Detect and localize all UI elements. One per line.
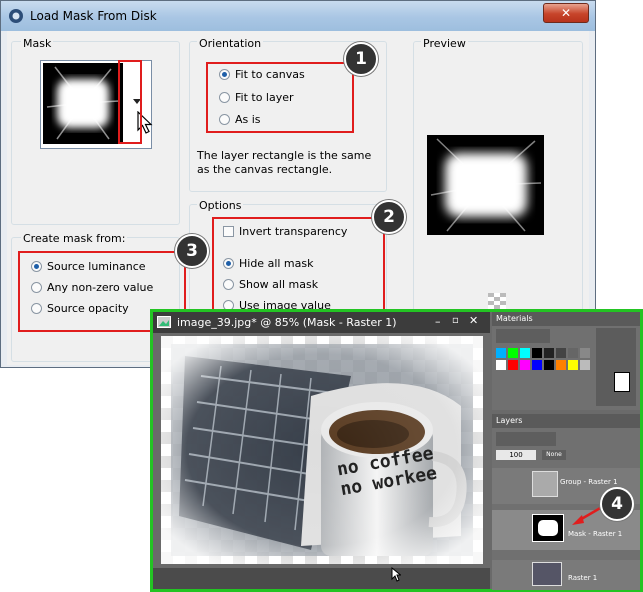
close-document-icon[interactable]: ✕ xyxy=(469,314,478,327)
mask-thumbnail xyxy=(43,63,123,144)
dialog-title: Load Mask From Disk xyxy=(30,9,157,23)
pointer-arrow-icon xyxy=(572,505,603,525)
layers-toolbar[interactable] xyxy=(496,432,556,446)
transparency-icon xyxy=(488,293,506,309)
layer-name-mask: Mask - Raster 1 xyxy=(568,530,623,538)
layer-name-raster: Raster 1 xyxy=(568,574,598,582)
highlight-mask-dropdown xyxy=(118,60,142,144)
orientation-description: The layer rectangle is the same as the c… xyxy=(197,149,372,176)
preview-group-label: Preview xyxy=(421,37,468,50)
step-badge-4: 4 xyxy=(600,487,634,521)
layer-name-group: Group - Raster 1 xyxy=(560,478,618,486)
step-badge-2: 2 xyxy=(372,200,406,234)
highlight-orientation xyxy=(206,62,354,133)
step-badge-3: 3 xyxy=(175,234,209,268)
document-title: image_39.jpg* @ 85% (Mask - Raster 1) xyxy=(177,316,397,329)
editor-screenshot: image_39.jpg* @ 85% (Mask - Raster 1) – … xyxy=(150,309,643,592)
highlight-options xyxy=(212,217,385,312)
dialog-titlebar: Load Mask From Disk ✕ xyxy=(1,1,595,31)
material-properties[interactable] xyxy=(596,328,636,406)
layers-panel-title: Layers xyxy=(492,414,640,428)
orientation-group-label: Orientation xyxy=(197,37,264,50)
image-document-icon xyxy=(157,316,171,328)
maximize-icon[interactable]: ▫ xyxy=(452,315,459,326)
materials-panel: Materials xyxy=(492,312,640,410)
options-group-label: Options xyxy=(197,199,244,212)
materials-tabs[interactable] xyxy=(496,329,550,343)
mask-layer-thumbnail xyxy=(532,514,564,542)
create-mask-group-label: Create mask from: xyxy=(21,232,128,245)
app-icon xyxy=(9,9,23,23)
mask-group-label: Mask xyxy=(21,37,54,50)
blend-mode-select[interactable]: None xyxy=(542,450,566,460)
raster-layer-thumbnail xyxy=(532,562,562,586)
background-color-swatch[interactable] xyxy=(614,372,630,392)
document-titlebar: image_39.jpg* @ 85% (Mask - Raster 1) – … xyxy=(153,312,490,333)
layer-row-raster[interactable]: Raster 1 xyxy=(492,560,640,590)
mouse-cursor-icon xyxy=(391,567,401,582)
step-badge-1: 1 xyxy=(344,42,378,76)
layer-thumbnail xyxy=(532,471,558,497)
preview-image xyxy=(427,135,544,235)
minimize-icon[interactable]: – xyxy=(435,315,441,328)
opacity-field[interactable]: 100 xyxy=(496,450,536,460)
editor-status-strip xyxy=(153,568,490,589)
materials-panel-title: Materials xyxy=(492,312,640,326)
close-button[interactable]: ✕ xyxy=(543,3,589,23)
